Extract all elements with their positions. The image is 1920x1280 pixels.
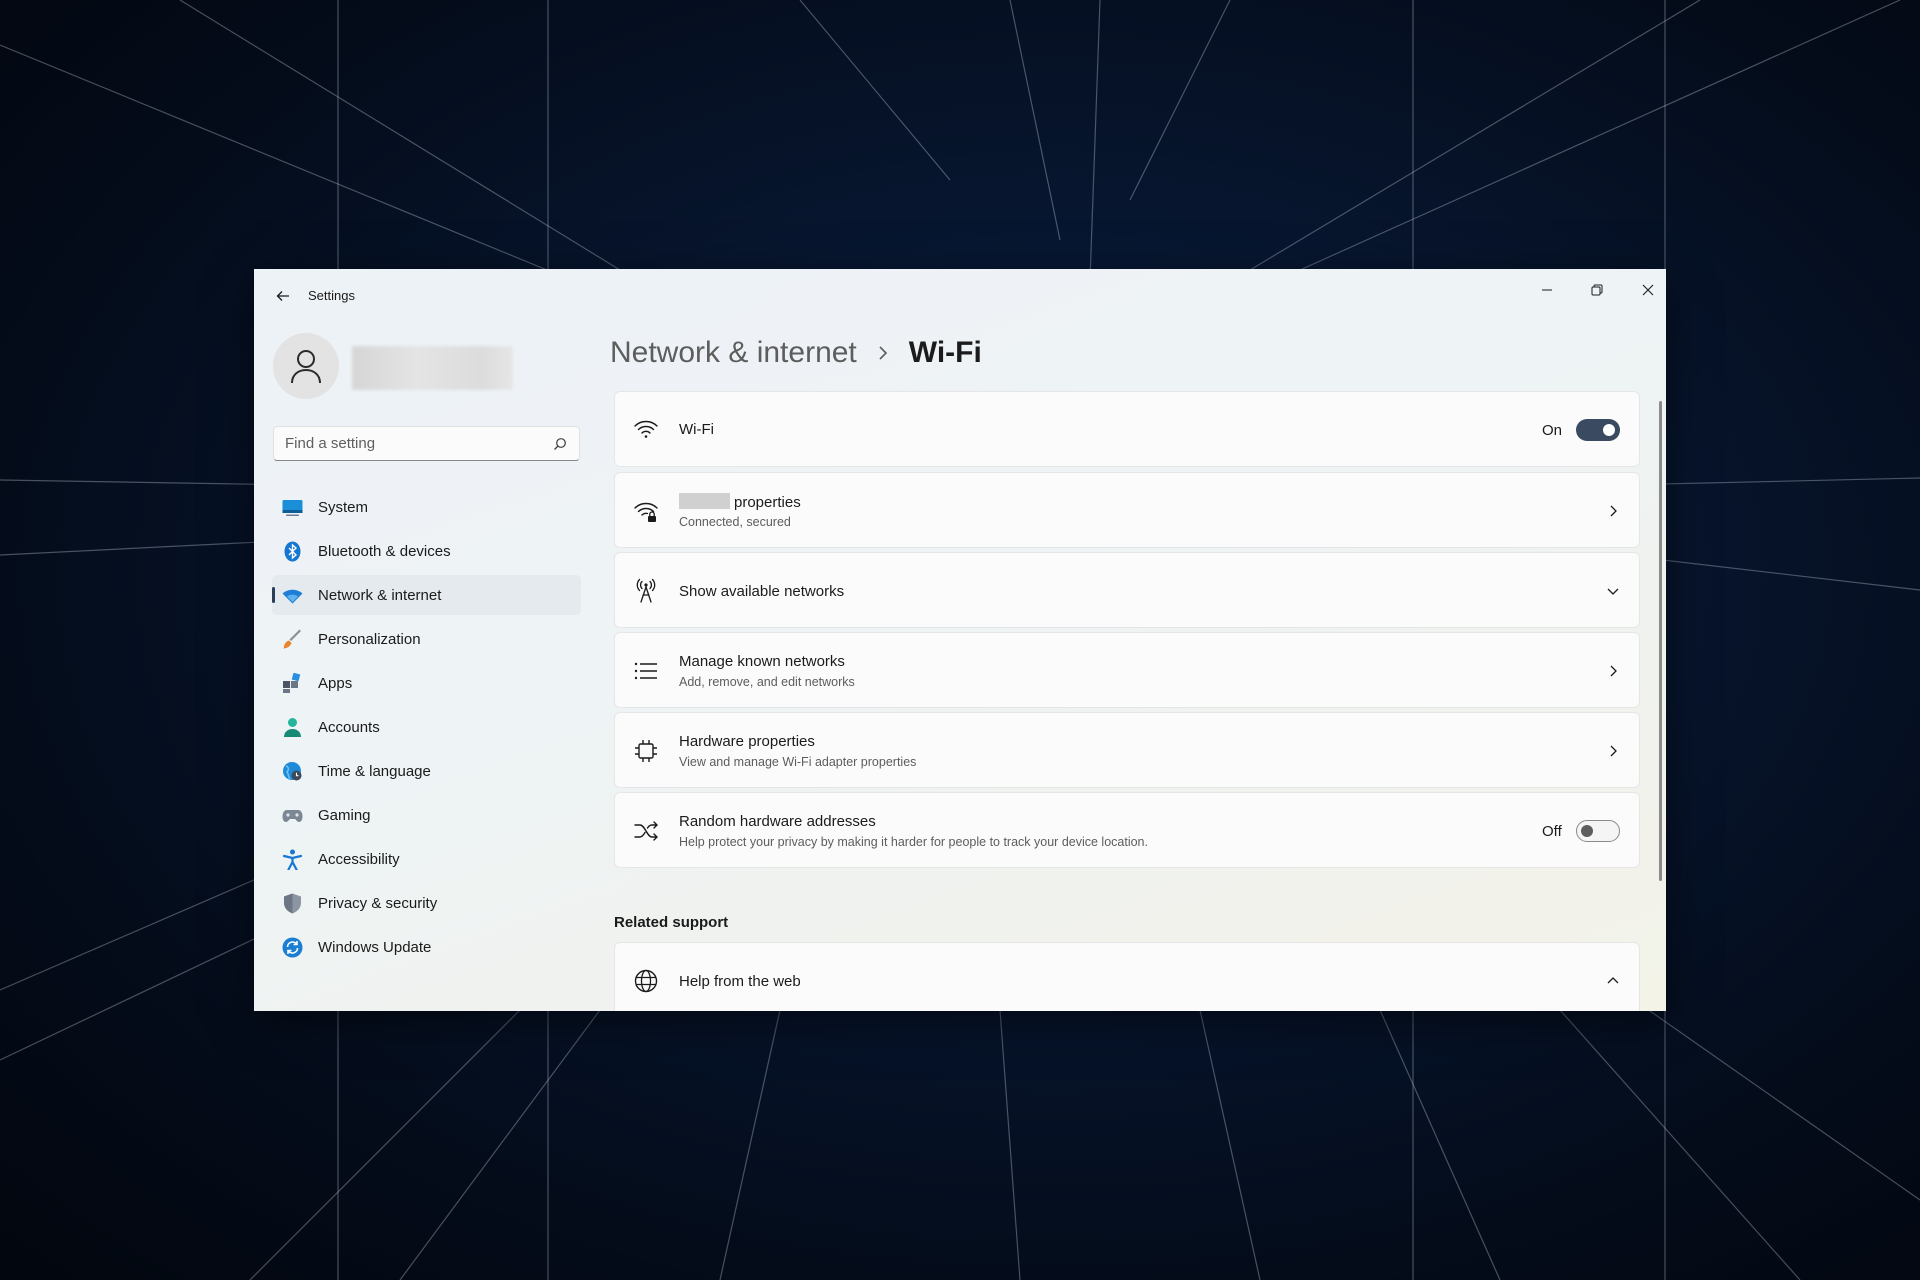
gamepad-icon xyxy=(282,810,303,822)
sidebar-item-personalization[interactable]: Personalization xyxy=(272,619,581,659)
wifi-toggle[interactable] xyxy=(1576,419,1620,441)
sidebar-item-label: Apps xyxy=(318,675,353,692)
chevron-right-icon xyxy=(879,346,887,360)
toggle-knob xyxy=(1603,424,1615,436)
title-bar: Settings xyxy=(254,269,1666,321)
hardware-properties-description: View and manage Wi-Fi adapter properties xyxy=(679,755,917,769)
accessibility-icon xyxy=(282,849,303,870)
random-addresses-state-label: Off xyxy=(1542,823,1562,840)
sidebar-item-label: Network & internet xyxy=(318,587,442,604)
show-available-networks-title: Show available networks xyxy=(679,583,845,600)
close-icon xyxy=(1642,284,1654,296)
hardware-properties-card[interactable]: Hardware properties View and manage Wi-F… xyxy=(614,712,1640,788)
user-name xyxy=(352,346,513,390)
monitor-icon xyxy=(282,500,303,516)
breadcrumb-parent[interactable]: Network & internet xyxy=(610,336,857,370)
selection-indicator xyxy=(272,587,275,603)
person-icon xyxy=(291,350,321,384)
sidebar-item-privacy[interactable]: Privacy & security xyxy=(272,883,581,923)
random-addresses-toggle[interactable] xyxy=(1576,820,1620,842)
chevron-right-icon xyxy=(1610,665,1617,677)
sidebar-item-bluetooth[interactable]: Bluetooth & devices xyxy=(272,531,581,571)
sidebar-item-label: System xyxy=(318,499,369,516)
sidebar-item-apps[interactable]: Apps xyxy=(272,663,581,703)
search-icon xyxy=(554,438,566,450)
manage-known-networks-title: Manage known networks xyxy=(679,653,845,670)
sidebar-item-label: Bluetooth & devices xyxy=(318,543,451,560)
wifi-state-label: On xyxy=(1542,422,1563,439)
shield-icon xyxy=(284,893,301,914)
sidebar-item-label: Time & language xyxy=(318,763,431,780)
sidebar-item-label: Gaming xyxy=(318,807,371,824)
avatar xyxy=(273,333,339,399)
chevron-right-icon xyxy=(1610,505,1617,517)
arrow-left-icon xyxy=(276,291,289,301)
sidebar-item-label: Personalization xyxy=(318,631,421,648)
list-icon xyxy=(634,662,657,680)
antenna-icon xyxy=(636,578,656,603)
sidebar-item-time-language[interactable]: Time & language xyxy=(272,751,581,791)
sidebar-item-label: Accessibility xyxy=(318,851,400,868)
hardware-properties-title: Hardware properties xyxy=(679,733,815,750)
network-ssid xyxy=(679,493,730,509)
app-title: Settings xyxy=(308,288,355,303)
minimize-button[interactable] xyxy=(1524,275,1570,305)
wifi-icon xyxy=(282,589,303,604)
manage-known-networks-card[interactable]: Manage known networks Add, remove, and e… xyxy=(614,632,1640,708)
chevron-up-icon xyxy=(1607,977,1619,984)
wifi-icon xyxy=(634,420,658,438)
wifi-toggle-card[interactable]: Wi-Fi On xyxy=(614,391,1640,467)
sidebar-item-accounts[interactable]: Accounts xyxy=(272,707,581,747)
brush-icon xyxy=(283,629,301,649)
manage-known-networks-description: Add, remove, and edit networks xyxy=(679,675,855,689)
show-available-networks-card[interactable]: Show available networks xyxy=(614,552,1640,628)
wifi-lock-icon xyxy=(634,502,658,522)
person-icon xyxy=(284,718,301,737)
settings-window: Settings System Bluetooth & devices xyxy=(254,269,1666,1011)
sidebar-item-label: Windows Update xyxy=(318,939,432,956)
sidebar-nav: System Bluetooth & devices Network & int… xyxy=(272,487,581,971)
sidebar-item-accessibility[interactable]: Accessibility xyxy=(272,839,581,879)
random-hardware-addresses-description: Help protect your privacy by making it h… xyxy=(679,835,1148,849)
sidebar-item-system[interactable]: System xyxy=(272,487,581,527)
help-from-the-web-title: Help from the web xyxy=(679,973,801,990)
breadcrumb: Network & internet Wi-Fi xyxy=(610,329,982,377)
sidebar-item-windows-update[interactable]: Windows Update xyxy=(272,927,581,967)
restore-icon xyxy=(1591,284,1603,296)
sidebar-item-label: Privacy & security xyxy=(318,895,438,912)
chevron-right-icon xyxy=(1610,745,1617,757)
restore-button[interactable] xyxy=(1574,275,1620,305)
network-status: Connected, secured xyxy=(679,515,791,529)
update-icon xyxy=(282,937,303,958)
page-title: Wi-Fi xyxy=(908,336,982,369)
toggle-knob xyxy=(1581,825,1593,837)
wifi-title: Wi-Fi xyxy=(679,421,714,438)
close-button[interactable] xyxy=(1625,275,1666,305)
globe-clock-icon xyxy=(283,762,302,781)
apps-icon xyxy=(283,673,301,693)
sidebar-item-label: Accounts xyxy=(318,719,380,736)
search-box[interactable] xyxy=(273,426,580,461)
network-properties-label: properties xyxy=(734,494,801,511)
network-properties-card[interactable]: properties Connected, secured xyxy=(614,472,1640,548)
random-hardware-addresses-title: Random hardware addresses xyxy=(679,813,876,830)
back-button[interactable] xyxy=(268,281,298,311)
network-properties-title: properties xyxy=(679,493,801,511)
shuffle-icon xyxy=(634,821,658,841)
chip-icon xyxy=(635,740,657,762)
sidebar-item-gaming[interactable]: Gaming xyxy=(272,795,581,835)
minimize-icon xyxy=(1542,289,1552,291)
help-from-the-web-card[interactable]: Help from the web xyxy=(614,942,1640,1011)
globe-icon xyxy=(634,969,658,993)
sidebar-item-network[interactable]: Network & internet xyxy=(272,575,581,615)
chevron-down-icon xyxy=(1607,588,1619,595)
related-support-heading: Related support xyxy=(614,914,729,931)
random-hardware-addresses-card[interactable]: Random hardware addresses Help protect y… xyxy=(614,792,1640,868)
search-input[interactable] xyxy=(274,427,539,460)
scrollbar[interactable] xyxy=(1659,401,1662,881)
bluetooth-icon xyxy=(284,541,301,562)
